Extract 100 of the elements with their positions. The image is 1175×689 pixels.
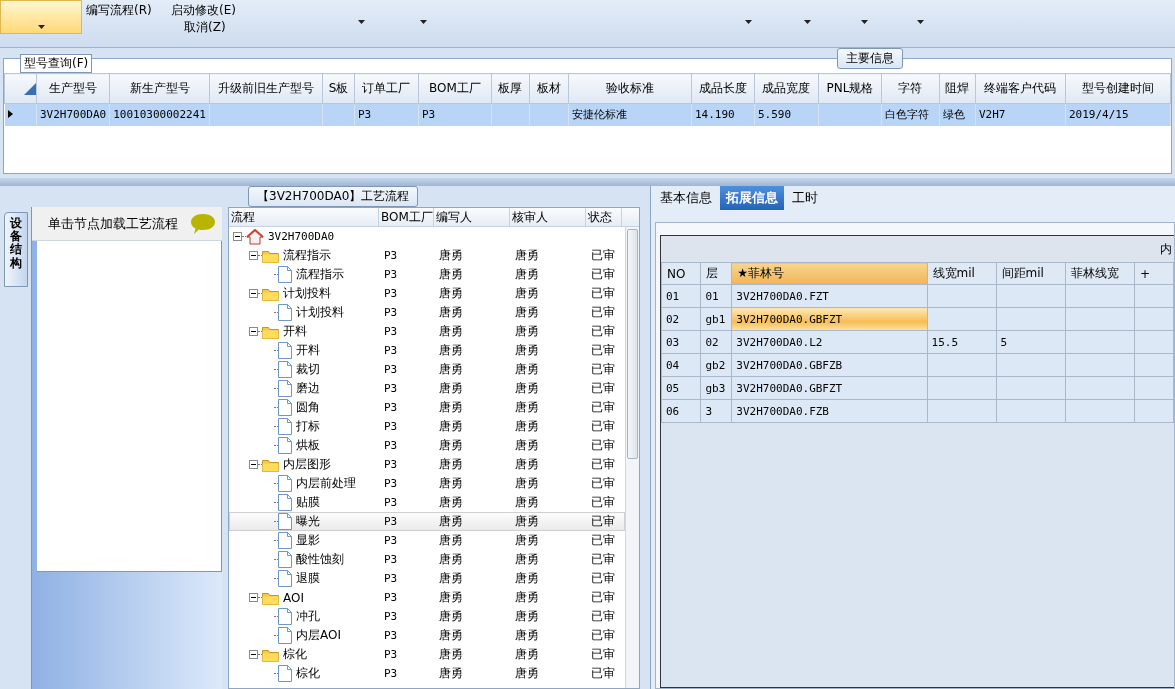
column-header[interactable]: 编写人 bbox=[434, 208, 510, 226]
tab[interactable]: 工时 bbox=[786, 186, 824, 210]
dropdown-caret-icon[interactable] bbox=[917, 20, 924, 24]
column-header[interactable]: 流程 bbox=[229, 208, 379, 226]
table-cell[interactable]: 3V2H700DA0.GBFZB bbox=[731, 353, 927, 377]
tree-row[interactable]: 流程指示 P3 唐勇 唐勇 已审 bbox=[229, 265, 625, 284]
column-header[interactable]: 板材 bbox=[529, 73, 569, 104]
column-header[interactable]: 板厚 bbox=[491, 73, 530, 104]
column-header[interactable]: 新生产型号 bbox=[109, 73, 210, 104]
tab[interactable]: 拓展信息 bbox=[720, 186, 784, 210]
side-tab[interactable]: 设备结构 bbox=[4, 212, 28, 287]
column-header[interactable]: 终端客户代码 bbox=[975, 73, 1066, 104]
table-cell: 唐勇 bbox=[439, 248, 463, 262]
collapse-icon[interactable] bbox=[233, 232, 242, 241]
tree-row[interactable]: 内层图形 P3 唐勇 唐勇 已审 bbox=[229, 455, 625, 474]
collapse-icon[interactable] bbox=[249, 289, 258, 298]
collapse-icon[interactable] bbox=[249, 327, 258, 336]
tree-row[interactable]: 贴膜 P3 唐勇 唐勇 已审 bbox=[229, 493, 625, 512]
table-cell: 唐勇 bbox=[439, 533, 463, 547]
menu-item[interactable]: 取消(Z) bbox=[184, 19, 226, 36]
collapse-icon[interactable] bbox=[249, 460, 258, 469]
tree-row[interactable]: 圆角 P3 唐勇 唐勇 已审 bbox=[229, 398, 625, 417]
column-header[interactable]: ★菲林号 bbox=[731, 262, 927, 285]
column-header[interactable]: 升级前旧生产型号 bbox=[209, 73, 323, 104]
table-cell: 10010300002241 bbox=[113, 108, 206, 122]
table-cell: 已审 bbox=[591, 609, 615, 623]
column-header[interactable]: 验收标准 bbox=[568, 73, 692, 104]
table-cell[interactable]: 3V2H700DA0.GBFZT bbox=[731, 307, 927, 331]
column-header[interactable]: + bbox=[1134, 262, 1174, 285]
table-cell: 唐勇 bbox=[439, 666, 463, 680]
tree-row[interactable]: 棕化 P3 唐勇 唐勇 已审 bbox=[229, 645, 625, 664]
tree-row[interactable]: 3V2H700DA0 bbox=[229, 227, 625, 246]
tree-row[interactable]: 打标 P3 唐勇 唐勇 已审 bbox=[229, 417, 625, 436]
table-cell: 唐勇 bbox=[515, 571, 539, 585]
dropdown-caret-icon[interactable] bbox=[804, 20, 811, 24]
column-header[interactable]: 订单工厂 bbox=[354, 73, 419, 104]
tree-row[interactable]: 开料 P3 唐勇 唐勇 已审 bbox=[229, 322, 625, 341]
tree-row[interactable]: 开料 P3 唐勇 唐勇 已审 bbox=[229, 341, 625, 360]
table-cell[interactable]: 3V2H700DA0.GBFZT bbox=[731, 376, 927, 400]
column-header[interactable]: 状态 bbox=[586, 208, 622, 226]
column-header[interactable]: BOM工厂 bbox=[418, 73, 492, 104]
tab[interactable]: 基本信息 bbox=[654, 186, 718, 210]
table-cell[interactable]: 05 bbox=[661, 376, 701, 400]
column-header[interactable]: 型号创建时间 bbox=[1065, 73, 1171, 104]
collapse-icon[interactable] bbox=[249, 251, 258, 260]
dropdown-caret-icon[interactable] bbox=[861, 20, 868, 24]
table-cell: 唐勇 bbox=[439, 552, 463, 566]
column-header[interactable]: 线宽mil bbox=[927, 262, 997, 285]
column-header[interactable]: S板 bbox=[322, 73, 355, 104]
tree-row[interactable]: 计划投料 P3 唐勇 唐勇 已审 bbox=[229, 303, 625, 322]
tree-row[interactable]: 流程指示 P3 唐勇 唐勇 已审 bbox=[229, 246, 625, 265]
column-header[interactable]: 生产型号 bbox=[36, 73, 110, 104]
table-cell[interactable]: 04 bbox=[661, 353, 701, 377]
table-cell[interactable]: 02 bbox=[661, 307, 701, 331]
tree-row[interactable]: 内层前处理 P3 唐勇 唐勇 已审 bbox=[229, 474, 625, 493]
tree-row[interactable]: 曝光 P3 唐勇 唐勇 已审 bbox=[229, 512, 625, 531]
table-cell[interactable]: 3V2H700DA0.L2 bbox=[731, 330, 927, 354]
tree-row[interactable]: AOI P3 唐勇 唐勇 已审 bbox=[229, 588, 625, 607]
column-header[interactable]: 间距mil bbox=[996, 262, 1066, 285]
tree-row[interactable]: 计划投料 P3 唐勇 唐勇 已审 bbox=[229, 284, 625, 303]
table-row[interactable]: 3V2H700DA0 10010300002241 P3 P3 安捷伦标准 14.190 5.590 白色字符 绿色 V2H7 2019/4/15 bbox=[4, 103, 1171, 126]
tree-row[interactable]: 棕化 P3 唐勇 唐勇 已审 bbox=[229, 664, 625, 683]
tree-row[interactable]: 内层AOI P3 唐勇 唐勇 已审 bbox=[229, 626, 625, 645]
tree-row[interactable]: 烘板 P3 唐勇 唐勇 已审 bbox=[229, 436, 625, 455]
document-icon bbox=[278, 532, 292, 549]
dropdown-caret-icon[interactable] bbox=[358, 20, 365, 24]
tree-row[interactable]: 显影 P3 唐勇 唐勇 已审 bbox=[229, 531, 625, 550]
tree-row[interactable]: 磨边 P3 唐勇 唐勇 已审 bbox=[229, 379, 625, 398]
table-cell[interactable]: 01 bbox=[661, 284, 701, 308]
tree-row[interactable]: 冲孔 P3 唐勇 唐勇 已审 bbox=[229, 607, 625, 626]
folder-icon bbox=[262, 457, 279, 472]
column-header[interactable]: 菲林线宽 bbox=[1065, 262, 1135, 285]
table-cell: 已审 bbox=[591, 647, 615, 661]
tree-row[interactable]: 裁切 P3 唐勇 唐勇 已审 bbox=[229, 360, 625, 379]
table-cell: P3 bbox=[384, 287, 398, 300]
column-header[interactable]: PNL规格 bbox=[818, 73, 882, 104]
menu-item[interactable]: 启动修改(E) bbox=[171, 2, 236, 19]
column-header[interactable]: 成品长度 bbox=[691, 73, 755, 104]
collapse-icon[interactable] bbox=[249, 650, 258, 659]
table-cell: 唐勇 bbox=[439, 324, 463, 338]
column-header[interactable]: NO bbox=[661, 262, 701, 285]
dropdown-caret-icon[interactable] bbox=[745, 20, 752, 24]
menu-item[interactable]: 编写流程(R) bbox=[86, 2, 152, 19]
speech-bubble-icon bbox=[190, 212, 216, 235]
panel-tab[interactable]: 主要信息 bbox=[837, 48, 903, 69]
collapse-icon[interactable] bbox=[249, 593, 258, 602]
dropdown-caret-icon[interactable] bbox=[420, 20, 427, 24]
table-cell[interactable]: 06 bbox=[661, 399, 701, 423]
column-header[interactable]: 字符 bbox=[881, 73, 940, 104]
column-header[interactable]: 成品宽度 bbox=[754, 73, 819, 104]
tree-row[interactable]: 酸性蚀刻 P3 唐勇 唐勇 已审 bbox=[229, 550, 625, 569]
column-header[interactable]: 核审人 bbox=[510, 208, 586, 226]
scrollbar-thumb[interactable] bbox=[627, 229, 638, 459]
column-header[interactable]: 层 bbox=[700, 262, 732, 285]
column-header[interactable]: 阻焊 bbox=[939, 73, 976, 104]
tree-row[interactable]: 退膜 P3 唐勇 唐勇 已审 bbox=[229, 569, 625, 588]
table-cell[interactable]: 3V2H700DA0.FZT bbox=[731, 284, 927, 308]
table-cell[interactable]: 03 bbox=[661, 330, 701, 354]
column-header[interactable]: BOM工厂 bbox=[379, 208, 434, 226]
table-cell[interactable]: 3V2H700DA0.FZB bbox=[731, 399, 927, 423]
